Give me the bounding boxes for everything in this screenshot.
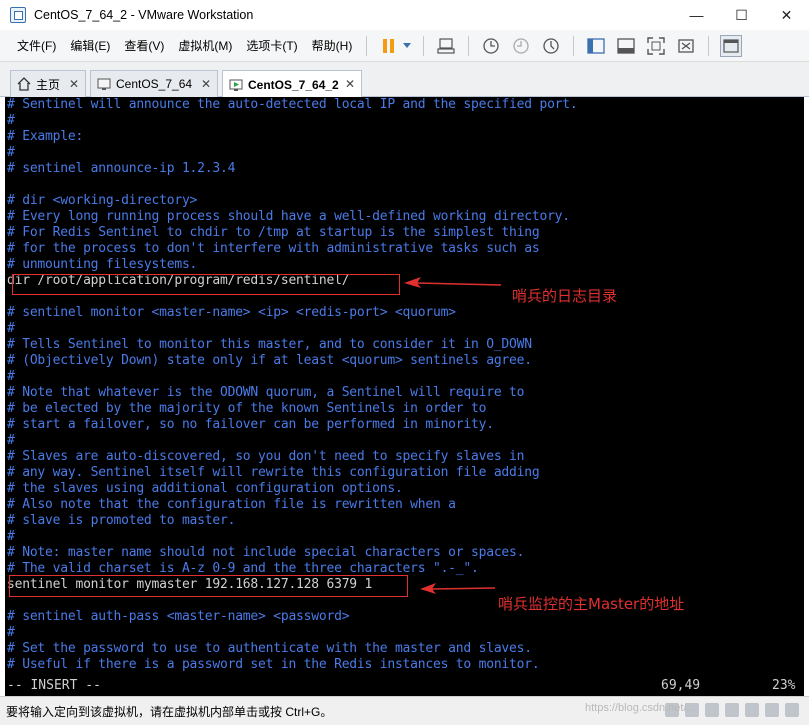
tab-label: CentOS_7_64_2 [248, 77, 339, 92]
watermark: https://blog.csdn.net/... [585, 702, 696, 714]
master-address-highlight-box [9, 575, 408, 597]
terminal-line: # (Objectively Down) state only if at le… [7, 353, 532, 368]
terminal-line: # any way. Sentinel itself will rewrite … [7, 465, 540, 480]
toolbar-separator [423, 35, 425, 56]
menu-file[interactable]: 文件(F) [10, 35, 63, 57]
terminal-line: # sentinel auth-pass <master-name> <pass… [7, 609, 350, 624]
snapshot-icon[interactable] [480, 35, 502, 57]
close-icon[interactable]: ✕ [345, 77, 355, 91]
vm-running-icon [229, 79, 243, 91]
snapshot-manager-icon[interactable] [540, 35, 562, 57]
tab-centos-7-64-2[interactable]: CentOS_7_64_2 ✕ [222, 70, 362, 98]
terminal-line: # unmounting filesystems. [7, 257, 198, 272]
toolbar-separator [366, 35, 368, 56]
unity-icon[interactable] [675, 35, 697, 57]
terminal-line: # [7, 145, 15, 160]
terminal-line: # for the process to don't interfere wit… [7, 241, 540, 256]
terminal-line: # [7, 433, 15, 448]
scroll-percent: 23% [772, 678, 796, 693]
vm-tab-bar: 主页 ✕ CentOS_7_64 ✕ CentOS_7_64_2 ✕ [0, 62, 809, 98]
terminal-line: # For Redis Sentinel to chdir to /tmp at… [7, 225, 540, 240]
terminal-line: # [7, 321, 15, 336]
vmware-app-icon [10, 7, 26, 23]
terminal-line: # Sentinel will announce the auto-detect… [7, 97, 578, 112]
vim-mode: -- INSERT -- [7, 678, 101, 693]
tab-label: 主页 [36, 77, 61, 92]
terminal-line: # Every long running process should have… [7, 209, 570, 224]
log-dir-highlight-box [12, 274, 400, 295]
status-message: 要将输入定向到该虚拟机，请在虚拟机内部单击或按 Ctrl+G。 [6, 704, 333, 719]
usb-icon[interactable] [725, 703, 739, 717]
network-icon[interactable] [705, 703, 719, 717]
fullscreen-icon[interactable] [645, 35, 667, 57]
terminal-line: # [7, 529, 15, 544]
toolbar-separator [573, 35, 575, 56]
terminal-line: # Tells Sentinel to monitor this master,… [7, 337, 532, 352]
view-mode-icon[interactable] [720, 34, 743, 57]
menu-view[interactable]: 查看(V) [117, 35, 171, 57]
vm-icon [97, 78, 111, 90]
annotation-arrow-icon [404, 277, 502, 288]
terminal-line: # sentinel monitor <master-name> <ip> <r… [7, 305, 456, 320]
menu-help[interactable]: 帮助(H) [305, 35, 360, 57]
terminal-line: # Slaves are auto-discovered, so you don… [7, 449, 525, 464]
terminal-line: # Also note that the configuration file … [7, 497, 456, 512]
tab-label: CentOS_7_64 [116, 77, 193, 91]
home-icon [17, 77, 31, 91]
terminal-line: # [7, 113, 15, 128]
menu-bar: 文件(F) 编辑(E) 查看(V) 虚拟机(M) 选项卡(T) 帮助(H) [0, 30, 809, 62]
toolbar-separator [708, 35, 710, 56]
terminal-line: # dir <working-directory> [7, 193, 198, 208]
printer-icon[interactable] [765, 703, 779, 717]
maximize-button[interactable]: ☐ [719, 0, 764, 30]
annotation-log-dir: 哨兵的日志目录 [512, 287, 618, 305]
terminal-line: # [7, 625, 15, 640]
vm-console[interactable]: # Sentinel will announce the auto-detect… [5, 97, 804, 696]
close-icon[interactable]: ✕ [69, 77, 79, 91]
toolbar-separator [468, 35, 470, 56]
close-icon[interactable]: ✕ [201, 77, 211, 91]
terminal-line: # be elected by the majority of the know… [7, 401, 487, 416]
menu-vm[interactable]: 虚拟机(M) [171, 35, 239, 57]
revert-snapshot-icon[interactable] [510, 35, 532, 57]
terminal-line: # [7, 369, 15, 384]
pause-icon[interactable] [378, 35, 400, 57]
close-button[interactable]: ✕ [764, 0, 809, 30]
terminal-line: # Set the password to use to authenticat… [7, 641, 532, 656]
vim-status-line: -- INSERT -- 69,49 23% [5, 678, 804, 696]
window-title: CentOS_7_64_2 - VMware Workstation [34, 8, 254, 22]
library-view-icon[interactable] [585, 35, 607, 57]
terminal-line: # slave is promoted to master. [7, 513, 236, 528]
tab-home[interactable]: 主页 ✕ [10, 70, 86, 97]
minimize-button[interactable]: — [674, 0, 719, 30]
console-view-icon[interactable] [615, 35, 637, 57]
terminal-line: # Note that whatever is the ODOWN quorum… [7, 385, 525, 400]
terminal-line: # start a failover, so no failover can b… [7, 417, 494, 432]
menu-tabs[interactable]: 选项卡(T) [239, 35, 304, 57]
display-icon[interactable] [785, 703, 799, 717]
terminal-line: # Example: [7, 129, 84, 144]
sound-icon[interactable] [745, 703, 759, 717]
terminal-line: # the slaves using additional configurat… [7, 481, 403, 496]
title-bar: CentOS_7_64_2 - VMware Workstation — ☐ ✕ [0, 0, 809, 30]
annotation-arrow-icon [420, 583, 496, 594]
annotation-master-address: 哨兵监控的主Master的地址 [498, 595, 685, 613]
tab-centos-7-64[interactable]: CentOS_7_64 ✕ [90, 70, 218, 97]
terminal-line: # Useful if there is a password set in t… [7, 657, 540, 672]
power-dropdown-icon[interactable] [402, 35, 412, 57]
terminal-line: # Note: master name should not include s… [7, 545, 525, 560]
window-controls: — ☐ ✕ [674, 0, 809, 30]
cursor-position: 69,49 [661, 678, 701, 693]
send-keys-icon[interactable] [435, 35, 457, 57]
menu-edit[interactable]: 编辑(E) [63, 35, 117, 57]
terminal-line: # sentinel announce-ip 1.2.3.4 [7, 161, 236, 176]
